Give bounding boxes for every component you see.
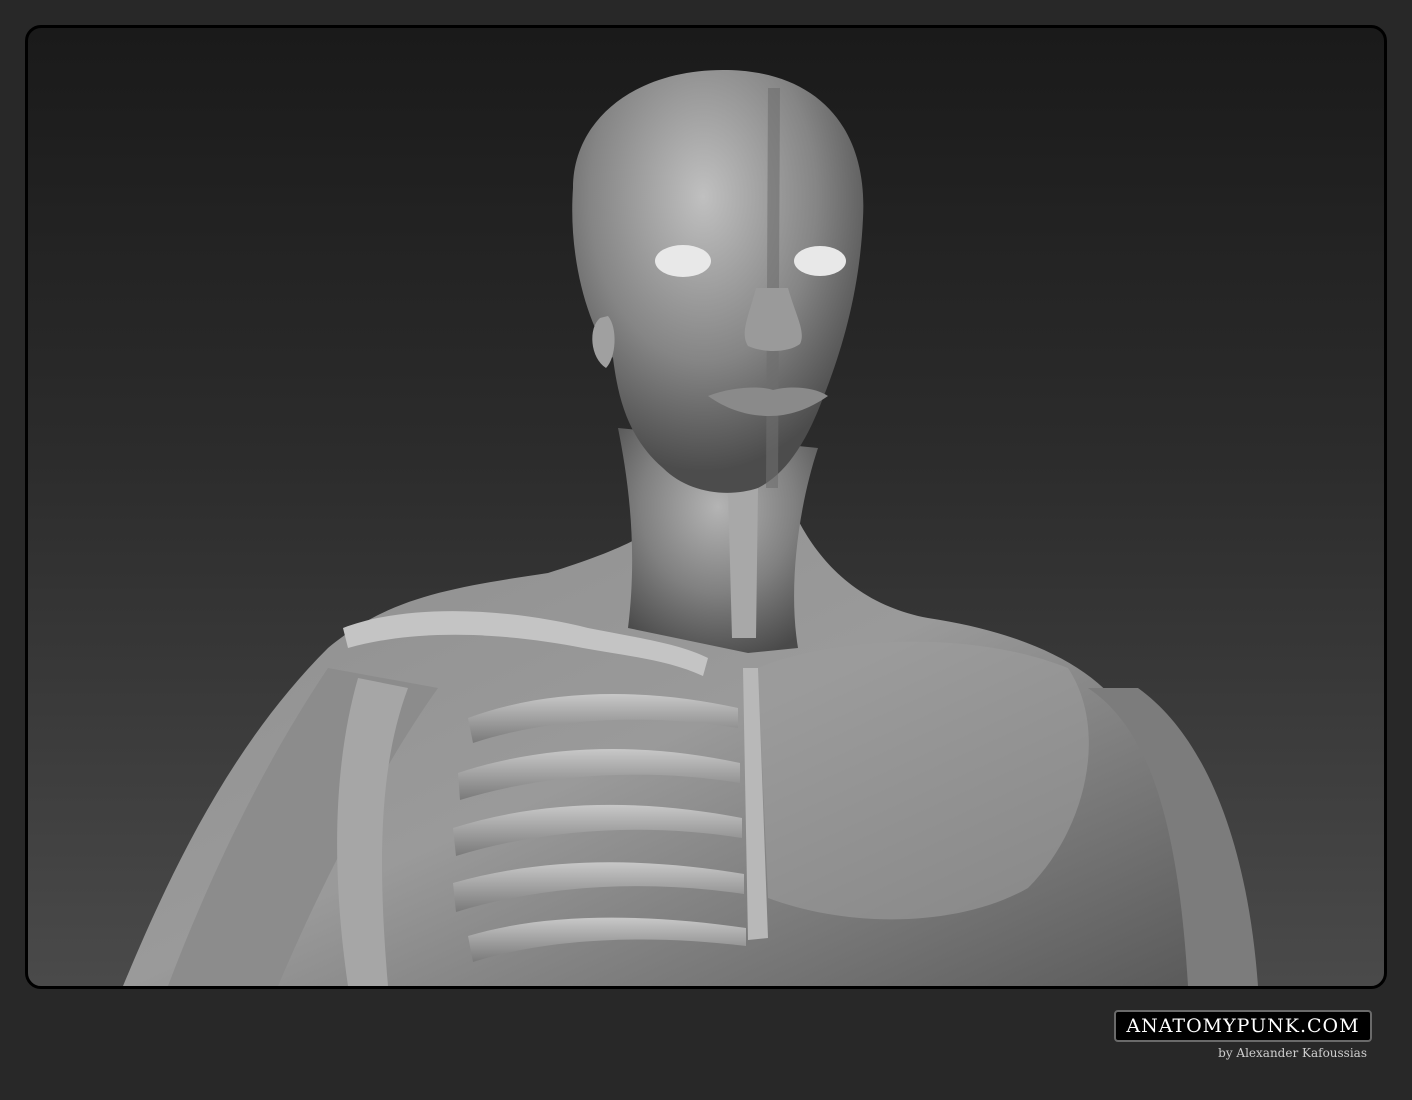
author-byline: by Alexander Kafoussias [1218,1046,1367,1060]
site-logo-badge: ANATOMYPUNK.COM [1114,1010,1372,1042]
eye-left [655,245,711,277]
eye-right [794,246,846,276]
trachea [728,488,758,638]
anatomy-render [123,69,1258,986]
page: ANATOMYPUNK.COM by Alexander Kafoussias [0,0,1412,1100]
ear [592,316,615,368]
artwork-frame [25,25,1387,989]
head [572,69,864,493]
